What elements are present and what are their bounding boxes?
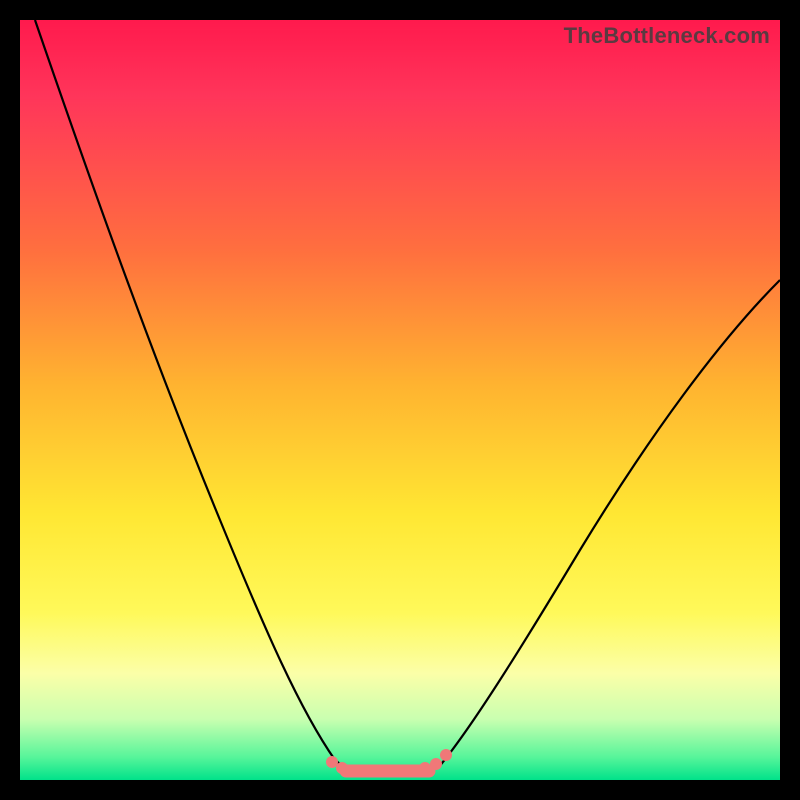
plot-area: TheBottleneck.com [20,20,780,780]
left-curve [35,20,350,772]
bottom-marker-dot [430,758,442,770]
right-curve [438,280,780,768]
chart-frame: TheBottleneck.com [0,0,800,800]
bottom-marker-dot [336,762,348,774]
bottom-marker-dot [326,756,338,768]
chart-svg [20,20,780,780]
bottom-marker-dot [440,749,452,761]
bottom-marker-dot [419,762,431,774]
